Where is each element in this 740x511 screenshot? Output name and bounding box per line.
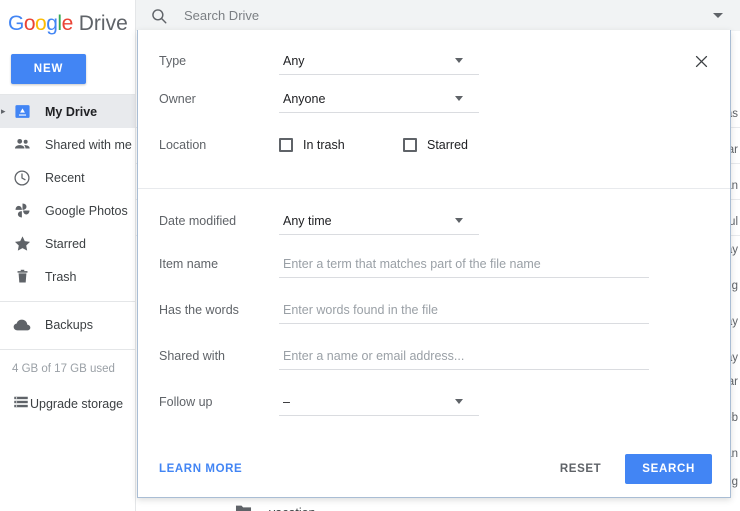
search-button[interactable]: SEARCH	[625, 454, 712, 484]
checkbox-starred-box[interactable]	[403, 138, 417, 152]
sidebar: Google Drive NEW ▸ My Drive Shared with …	[0, 0, 136, 511]
close-icon[interactable]	[688, 48, 714, 74]
follow-up-value: –	[279, 395, 290, 409]
item-name-input[interactable]	[279, 256, 649, 272]
sidebar-item-label: Shared with me	[45, 138, 132, 152]
chevron-down-icon	[455, 96, 463, 101]
logo-letter-o2: o	[35, 12, 46, 35]
trash-icon	[12, 267, 32, 287]
sidebar-divider	[0, 301, 135, 302]
chevron-down-glyph	[713, 13, 723, 18]
clock-icon	[12, 168, 32, 188]
sidebar-item-label: Google Photos	[45, 204, 128, 218]
item-name-field[interactable]	[279, 250, 649, 278]
folder-icon	[234, 501, 253, 511]
new-button[interactable]: NEW	[11, 54, 86, 84]
sidebar-item-shared-with-me[interactable]: Shared with me	[0, 128, 135, 161]
chevron-down-icon	[455, 399, 463, 404]
form-row-shared-with: Shared with	[138, 333, 730, 379]
search-icon[interactable]	[136, 7, 182, 25]
reset-button[interactable]: RESET	[554, 462, 607, 476]
form-row-date-modified: Date modified Any time	[138, 189, 730, 241]
table-row[interactable]: vacation	[136, 497, 740, 511]
owner-value: Anyone	[279, 92, 325, 106]
sidebar-item-starred[interactable]: Starred	[0, 227, 135, 260]
date-modified-label: Date modified	[159, 214, 279, 228]
star-icon	[12, 234, 32, 254]
expand-caret-icon[interactable]: ▸	[1, 106, 6, 117]
sidebar-item-label: Recent	[45, 171, 85, 185]
photos-icon	[12, 201, 32, 221]
type-select[interactable]: Any	[279, 47, 479, 75]
logo-letter-o1: o	[24, 12, 35, 35]
type-label: Type	[159, 54, 279, 68]
brand-logo: Google Drive	[0, 0, 135, 48]
checkbox-in-trash[interactable]: In trash	[279, 138, 403, 152]
logo-letter-G: G	[8, 12, 24, 35]
storage-bars-icon	[12, 393, 30, 416]
form-row-type: Type Any	[138, 30, 730, 76]
sidebar-item-backups[interactable]: Backups	[0, 308, 135, 341]
sidebar-item-google-photos[interactable]: Google Photos	[0, 194, 135, 227]
file-name: vacation	[269, 506, 316, 511]
form-row-location: Location In trash Starred	[138, 122, 730, 168]
owner-select[interactable]: Anyone	[279, 85, 479, 113]
sidebar-item-my-drive[interactable]: ▸ My Drive	[0, 95, 135, 128]
shared-with-input[interactable]	[279, 348, 649, 364]
search-bar	[136, 0, 740, 31]
new-button-container: NEW	[0, 48, 135, 94]
date-modified-select[interactable]: Any time	[279, 207, 479, 235]
shared-with-field[interactable]	[279, 342, 649, 370]
dialog-footer: LEARN MORE RESET SEARCH	[138, 441, 730, 497]
location-label: Location	[159, 138, 279, 152]
people-icon	[12, 135, 32, 155]
search-options-dialog: Type Any Owner Anyone Location In trash …	[137, 30, 731, 498]
sidebar-item-label: Starred	[45, 237, 86, 251]
upgrade-storage-button[interactable]: Upgrade storage	[0, 387, 135, 421]
upgrade-storage-label: Upgrade storage	[30, 397, 123, 411]
chevron-down-icon	[455, 218, 463, 223]
sidebar-item-label: My Drive	[45, 105, 97, 119]
has-the-words-label: Has the words	[159, 303, 279, 317]
logo-letter-e: e	[62, 12, 73, 35]
follow-up-label: Follow up	[159, 395, 279, 409]
search-input[interactable]	[182, 7, 696, 24]
google-wordmark: Google	[8, 12, 73, 36]
date-modified-value: Any time	[279, 214, 332, 228]
owner-label: Owner	[159, 92, 279, 106]
form-row-has-the-words: Has the words	[138, 287, 730, 333]
form-row-item-name: Item name	[138, 241, 730, 287]
sidebar-item-label: Backups	[45, 318, 93, 332]
cloud-icon	[12, 315, 32, 335]
checkbox-starred[interactable]: Starred	[403, 138, 468, 152]
checkbox-in-trash-label: In trash	[303, 138, 345, 152]
chevron-down-icon	[455, 58, 463, 63]
learn-more-link[interactable]: LEARN MORE	[159, 463, 242, 475]
checkbox-starred-label: Starred	[427, 138, 468, 152]
storage-usage-text: 4 GB of 17 GB used	[0, 350, 135, 375]
product-name: Drive	[79, 12, 128, 36]
drive-icon	[12, 102, 32, 122]
shared-with-label: Shared with	[159, 349, 279, 363]
sidebar-item-recent[interactable]: Recent	[0, 161, 135, 194]
item-name-label: Item name	[159, 257, 279, 271]
sidebar-item-label: Trash	[45, 270, 77, 284]
checkbox-in-trash-box[interactable]	[279, 138, 293, 152]
chevron-down-icon[interactable]	[696, 13, 740, 18]
sidebar-item-trash[interactable]: Trash	[0, 260, 135, 293]
has-the-words-input[interactable]	[279, 302, 649, 318]
logo-letter-g: g	[46, 12, 57, 35]
has-the-words-field[interactable]	[279, 296, 649, 324]
form-row-owner: Owner Anyone	[138, 76, 730, 122]
follow-up-select[interactable]: –	[279, 388, 479, 416]
type-value: Any	[279, 54, 305, 68]
form-row-follow-up: Follow up –	[138, 379, 730, 425]
